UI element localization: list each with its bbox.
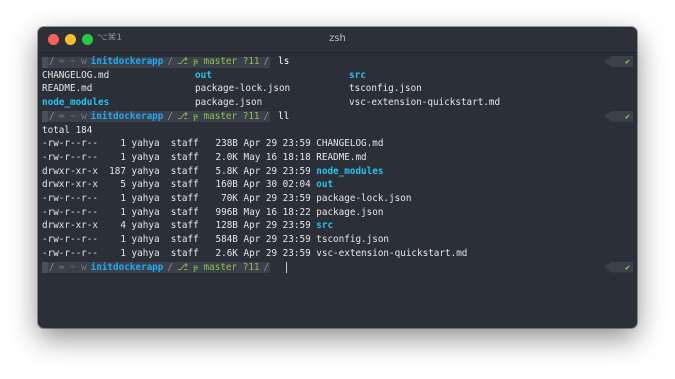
file-name[interactable]: CHANGELOG.md [316, 138, 383, 149]
git-branch-status: ⎇ ᵽ master ?11 [173, 56, 263, 68]
prompt-separator: / [262, 261, 271, 273]
prompt-directory: initdockerapp [89, 56, 167, 68]
prompt-separator: / [262, 110, 271, 123]
prompt: / ≈ ~ w initdockerapp / ⎇ ᵽ master ?11/ll [42, 110, 633, 124]
prompt-directory: initdockerapp [89, 262, 167, 273]
ls-row: README.md package-lock.json tsconfig.json [42, 82, 633, 96]
file-entry[interactable]: README.md [42, 82, 92, 96]
prompt-path: ≈ ~ w [55, 56, 90, 68]
text-cursor [286, 262, 288, 273]
file-metadata: -rw-r--r-- 1 yahya staff 238B Apr 29 23:… [42, 138, 317, 150]
ll-row: -rw-r--r-- 1 yahya staff 584B Apr 29 23:… [42, 233, 633, 247]
prompt-separator: / [166, 261, 174, 273]
command-text: ll [278, 110, 290, 122]
prompt-separator: / [48, 56, 56, 68]
file-name[interactable]: out [316, 179, 333, 190]
prompt-separator: / [166, 110, 174, 123]
ll-row: drwxr-xr-x 187 yahya staff 5.8K Apr 29 2… [42, 165, 633, 179]
ll-row: -rw-r--r-- 1 yahya staff 996B May 16 18:… [42, 206, 633, 220]
prompt-line: / ≈ ~ w initdockerapp / ⎇ ᵽ master ?11/ls ✔ [42, 55, 633, 69]
file-entry[interactable]: src [349, 69, 366, 83]
ll-row: drwxr-xr-x 4 yahya staff 128B Apr 29 23:… [42, 219, 633, 233]
file-entry[interactable]: package-lock.json [195, 82, 290, 96]
terminal-body[interactable]: / ≈ ~ w initdockerapp / ⎇ ᵽ master ?11/ls ✔ CH… [38, 53, 637, 328]
prompt-separator: / [48, 110, 56, 123]
prompt-separator: / [166, 56, 174, 68]
file-metadata: -rw-r--r-- 1 yahya staff 584B Apr 29 23:… [42, 234, 317, 246]
prompt-separator: / [262, 56, 271, 68]
file-metadata: -rw-r--r-- 1 yahya staff 996B May 16 18:… [42, 206, 317, 218]
file-entry[interactable]: out [195, 69, 212, 83]
prompt-line: / ≈ ~ w initdockerapp / ⎇ ᵽ master ?11/ll ✔ [42, 110, 633, 124]
file-metadata: drwxr-xr-x 187 yahya staff 5.8K Apr 29 2… [42, 165, 317, 177]
file-name[interactable]: tsconfig.json [316, 234, 389, 245]
file-name[interactable]: package.json [316, 207, 383, 218]
command-text: ls [278, 56, 290, 67]
file-metadata: drwxr-xr-x 5 yahya staff 160B Apr 30 02:… [42, 179, 317, 191]
file-metadata: -rw-r--r-- 1 yahya staff 70K Apr 29 23:5… [42, 193, 317, 204]
git-branch-status: ⎇ ᵽ master ?11 [173, 262, 263, 273]
terminal-window[interactable]: ⌥⌘1 zsh / ≈ ~ w initdockerapp / ⎇ ᵽ master ?… [38, 27, 637, 328]
file-entry[interactable]: CHANGELOG.md [42, 69, 109, 83]
ll-row: -rw-r--r-- 1 yahya staff 2.6K Apr 29 23:… [42, 247, 633, 261]
file-entry[interactable]: vsc-extension-quickstart.md [349, 96, 500, 110]
prompt-path: ≈ ~ w [55, 111, 90, 123]
file-name[interactable]: node_modules [316, 166, 383, 177]
file-entry[interactable]: package.json [195, 96, 262, 110]
prompt-directory: initdockerapp [89, 111, 167, 123]
ls-row: node_modules package.json vsc-extension-qu… [42, 96, 633, 110]
file-name[interactable]: vsc-extension-quickstart.md [316, 248, 467, 259]
file-metadata: drwxr-xr-x 4 yahya staff 128B Apr 29 23:… [42, 220, 317, 232]
ll-row: -rw-r--r-- 1 yahya staff 70K Apr 29 23:5… [42, 192, 633, 206]
file-name[interactable]: README.md [316, 152, 366, 163]
file-name[interactable]: src [316, 220, 333, 231]
ll-row: -rw-r--r-- 1 yahya staff 238B Apr 29 23:… [42, 137, 633, 151]
prompt-path: ≈ ~ w [55, 262, 90, 273]
file-entry[interactable]: node_modules [42, 96, 109, 110]
file-metadata: -rw-r--r-- 1 yahya staff 2.6K Apr 29 23:… [42, 247, 317, 259]
ll-row: -rw-r--r-- 1 yahya staff 2.0K May 16 18:… [42, 151, 633, 165]
file-metadata: -rw-r--r-- 1 yahya staff 2.0K May 16 18:… [42, 151, 317, 163]
ls-row: CHANGELOG.md out src [42, 69, 633, 83]
prompt: / ≈ ~ w initdockerapp / ⎇ ᵽ master ?11/ls [42, 55, 633, 69]
prompt-line: / ≈ ~ w initdockerapp / ⎇ ᵽ master ?11/✔ [42, 261, 633, 275]
window-title: zsh [329, 33, 346, 44]
file-entry[interactable]: tsconfig.json [349, 82, 422, 96]
ll-row: drwxr-xr-x 5 yahya staff 160B Apr 30 02:… [42, 178, 633, 192]
prompt-separator: / [48, 261, 56, 273]
git-branch-status: ⎇ ᵽ master ?11 [173, 111, 263, 123]
ll-total: total 184 [42, 124, 93, 136]
title-bar: ⌥⌘1 zsh [38, 27, 637, 53]
prompt: / ≈ ~ w initdockerapp / ⎇ ᵽ master ?11/ [42, 261, 633, 275]
file-name[interactable]: package-lock.json [316, 193, 411, 204]
